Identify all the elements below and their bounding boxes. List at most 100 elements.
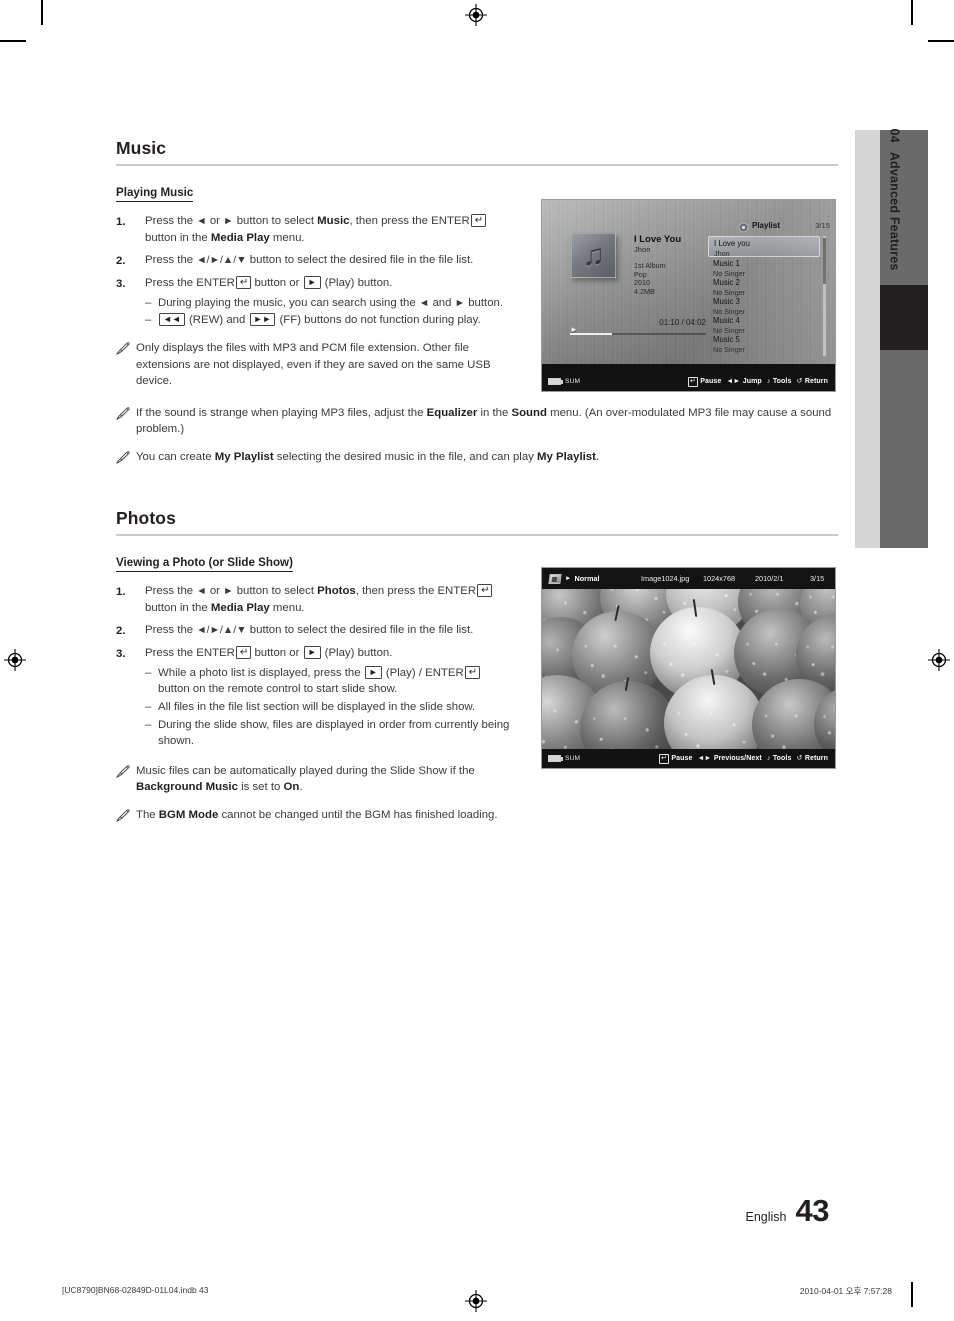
key-hint-pause[interactable]: ↵ Pause xyxy=(687,376,722,387)
photos-step-2: 2. Press the ◄/►/▲/▼ button to select th… xyxy=(116,622,511,639)
playlist-row[interactable]: Music 2 No Singer xyxy=(708,276,820,297)
photo-image-apples xyxy=(542,589,835,749)
playlist-row[interactable]: Music 3 No Singer xyxy=(708,295,820,316)
music-player-key-hints: ↵ Pause ◄► Jump ♪ Tools ↺ Return xyxy=(687,376,828,387)
photos-note-2: The BGM Mode cannot be changed until the… xyxy=(116,807,516,824)
track-title: I Love you xyxy=(714,239,750,248)
photo-resolution: 1024x768 xyxy=(703,574,736,583)
enter-key-icon: ↵ xyxy=(687,376,698,387)
playlist-row[interactable]: Music 4 No Singer xyxy=(708,314,820,335)
key-hint-tools[interactable]: ♪ Tools xyxy=(767,378,792,386)
music-dash-list: – During playing the music, you can sear… xyxy=(145,295,506,329)
photos-dash-1: – While a photo list is displayed, press… xyxy=(145,665,511,698)
playlist-track-list[interactable]: I Love you Jhon Music 1 No Singer Music … xyxy=(708,236,820,354)
photos-step-1-number: 1. xyxy=(116,585,126,598)
track-title: Music 2 xyxy=(713,278,740,287)
playlist-row-selected[interactable]: I Love you Jhon xyxy=(708,236,820,258)
now-playing-title: I Love You xyxy=(634,234,682,245)
key-hint-label: Tools xyxy=(772,378,792,385)
device-label: SUM xyxy=(565,378,581,385)
usb-icon xyxy=(548,378,563,385)
photos-dash-3: – During the slide show, files are displ… xyxy=(145,717,511,750)
photo-viewer-device: SUM xyxy=(548,755,580,762)
photos-dash-3-text: During the slide show, files are display… xyxy=(158,718,510,748)
music-note-1-text: Only displays the files with MP3 and PCM… xyxy=(136,342,491,388)
playlist-row[interactable]: Music 1 No Singer xyxy=(708,257,820,278)
key-hint-label: Previous/Next xyxy=(713,755,762,762)
photos-step-3-number: 3. xyxy=(116,647,126,660)
playlist-scrollbar-thumb[interactable] xyxy=(823,238,826,284)
page-number: 43 xyxy=(795,1193,830,1228)
music-section-title: Music xyxy=(116,138,167,158)
photos-dash-1-marker: – xyxy=(145,666,152,679)
playing-music-subheading: Playing Music xyxy=(116,186,194,202)
track-artist: No Singer xyxy=(713,344,745,354)
album-art: ♫ xyxy=(571,233,616,278)
pencil-icon xyxy=(116,340,136,390)
playlist-row[interactable]: Music 5 No Singer xyxy=(708,333,820,354)
now-playing-artist: Jhon xyxy=(634,245,651,254)
key-hint-label: Pause xyxy=(700,378,722,385)
key-hint-tools[interactable]: ♪ Tools xyxy=(767,755,792,763)
photos-dash-2-text: All files in the file list section will … xyxy=(158,701,476,714)
viewing-photo-subheading: Viewing a Photo (or Slide Show) xyxy=(116,556,293,572)
pencil-icon xyxy=(116,449,136,466)
photos-note-1-text: Music files can be automatically played … xyxy=(136,764,475,794)
left-right-arrow-icon: ◄► xyxy=(697,754,712,762)
photos-note-2-text: The BGM Mode cannot be changed until the… xyxy=(136,809,498,822)
photos-step-1: 1. Press the ◄ or ► button to select Pho… xyxy=(116,583,511,616)
print-footer: [UC8790]BN68-02849D-01L04.indb 43 2010-0… xyxy=(0,1285,954,1299)
key-hint-return[interactable]: ↺ Return xyxy=(796,378,828,386)
language-label: English xyxy=(745,1210,787,1224)
music-note-2-text: If the sound is strange when playing MP3… xyxy=(136,406,832,436)
track-title: Music 3 xyxy=(713,297,740,306)
photo-mode-label: Normal xyxy=(574,574,600,583)
track-title: Music 4 xyxy=(713,316,740,325)
music-player-device: SUM xyxy=(548,378,580,385)
music-player-screenshot: ♫ I Love You Jhon 1st Album Pop 2010 4.2… xyxy=(541,199,836,392)
music-steps-list: 1. Press the ◄ or ► button to select Mus… xyxy=(116,213,506,330)
key-hint-jump[interactable]: ◄► Jump xyxy=(726,378,761,386)
usb-icon xyxy=(548,755,563,762)
music-step-3-number: 3. xyxy=(116,277,126,290)
photos-step-3-text: Press the ENTER ↵ button or ► (Play) butt… xyxy=(145,646,393,660)
playback-transport: ► 01:10 / 04:02 xyxy=(570,318,706,337)
playlist-label: Playlist xyxy=(752,221,781,230)
key-hint-previous-next[interactable]: ◄► Previous/Next xyxy=(697,755,761,763)
music-dash-1: – During playing the music, you can sear… xyxy=(145,295,506,312)
print-footer-timestamp: 2010-04-01 오후 7:57:28 xyxy=(799,1286,892,1296)
music-section-rule xyxy=(116,164,838,166)
music-dash-2-marker: – xyxy=(145,314,152,327)
photos-step-2-text: Press the ◄/►/▲/▼ button to select the d… xyxy=(145,624,474,637)
tools-icon: ♪ xyxy=(766,377,771,385)
pencil-icon xyxy=(116,405,136,438)
music-step-2-number: 2. xyxy=(116,254,126,267)
playlist-icon xyxy=(738,220,749,233)
photos-steps-list: 1. Press the ◄ or ► button to select Pho… xyxy=(116,583,511,751)
photos-step-3: 3. Press the ENTER ↵ button or ► (Play) b… xyxy=(116,645,511,751)
key-hint-label: Return xyxy=(804,755,828,762)
music-step-1-number: 1. xyxy=(116,215,126,228)
photos-note-1: Music files can be automatically played … xyxy=(116,763,516,796)
photo-mode-icon xyxy=(548,573,562,584)
photos-step-1-text: Press the ◄ or ► button to select Photos… xyxy=(145,583,511,616)
key-hint-pause[interactable]: ↵ Pause xyxy=(658,753,693,764)
music-step-2: 2. Press the ◄/►/▲/▼ button to select th… xyxy=(116,252,506,269)
playback-time: 01:10 / 04:02 xyxy=(659,318,706,327)
now-playing-filesize: 4.2MB xyxy=(634,286,655,296)
music-dash-2-text: ◄◄ (REW) and ►► (FF) buttons do not func… xyxy=(158,312,481,329)
photo-mode-group[interactable]: ► Normal xyxy=(548,573,600,584)
music-step-1-text: Press the ◄ or ► button to select Music,… xyxy=(145,213,506,246)
track-title: Music 5 xyxy=(713,335,740,344)
photo-filename: Image1024.jpg xyxy=(641,574,690,583)
progress-bar[interactable] xyxy=(570,333,706,335)
device-label: SUM xyxy=(565,755,581,762)
music-step-1: 1. Press the ◄ or ► button to select Mus… xyxy=(116,213,506,246)
photos-section-title: Photos xyxy=(116,508,176,528)
enter-key-icon: ↵ xyxy=(658,753,669,764)
music-step-2-text: Press the ◄/►/▲/▼ button to select the d… xyxy=(145,254,474,267)
key-hint-return[interactable]: ↺ Return xyxy=(796,755,828,763)
playlist-scrollbar[interactable] xyxy=(823,236,826,356)
music-step-3-text: Press the ENTER ↵ button or ► (Play) butt… xyxy=(145,276,393,290)
photos-dash-list: – While a photo list is displayed, press… xyxy=(145,665,511,750)
